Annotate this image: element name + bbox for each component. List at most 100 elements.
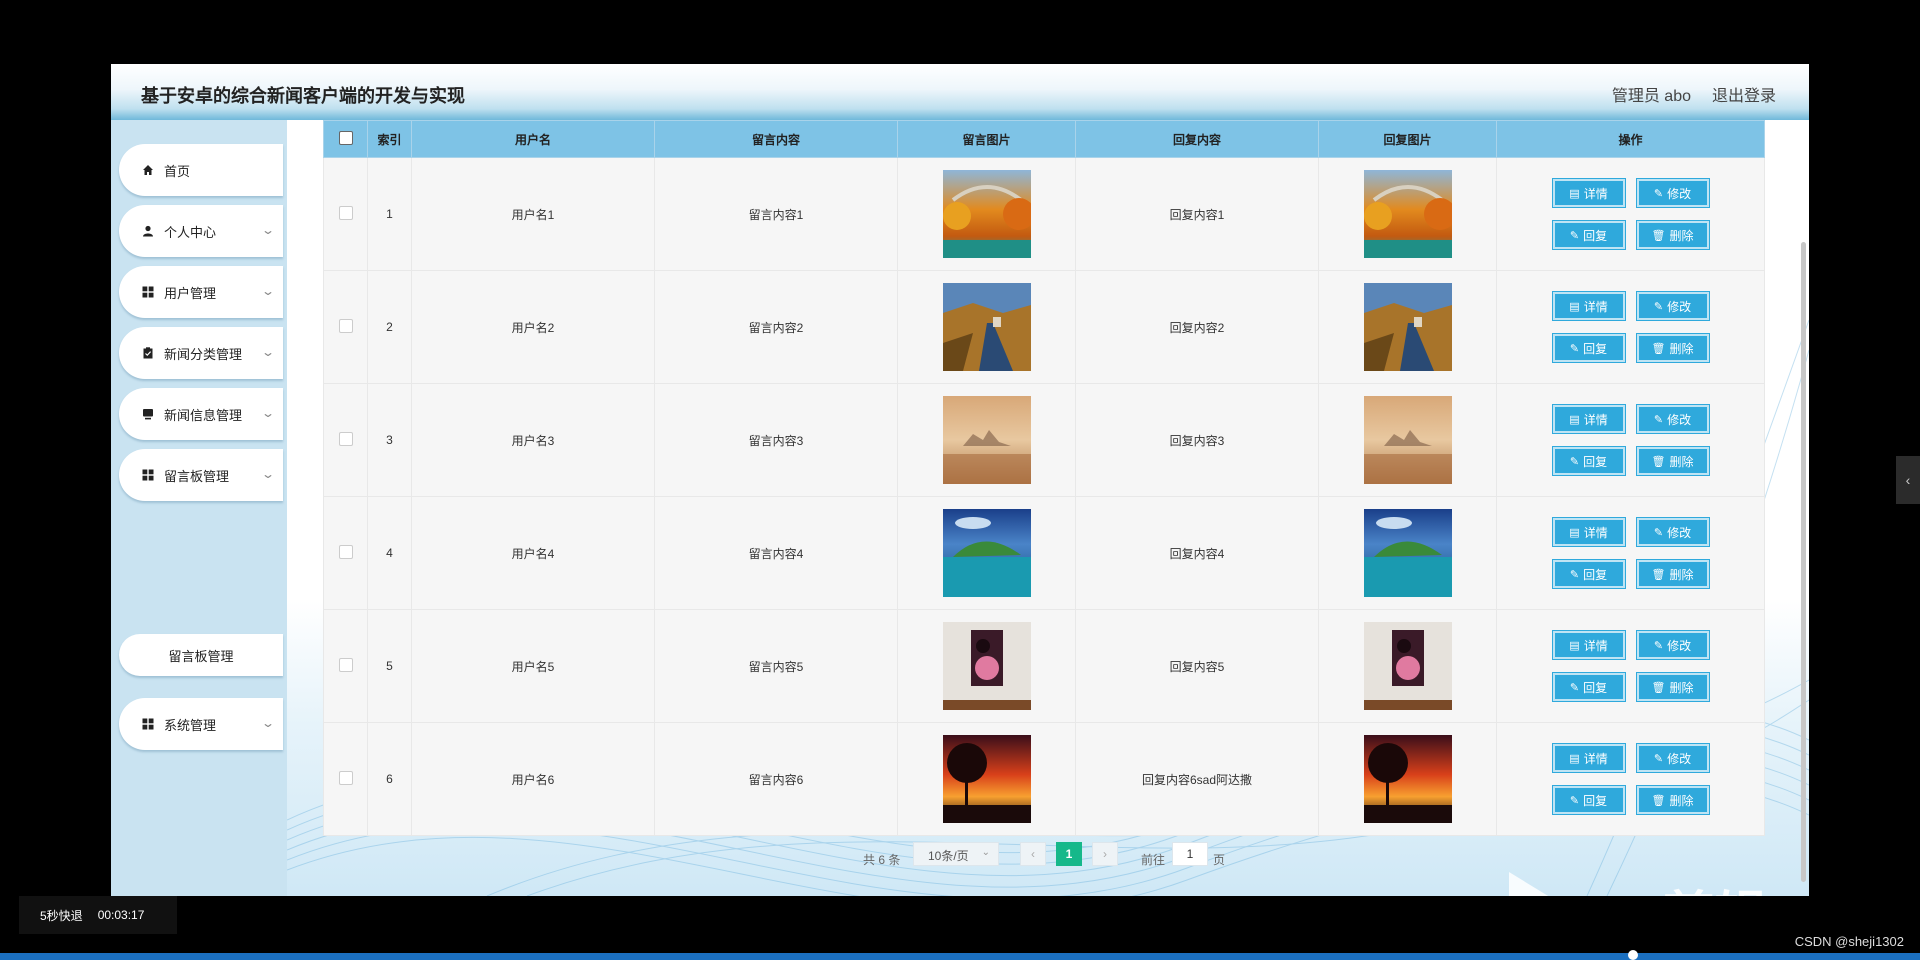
top-header: 基于安卓的综合新闻客户端的开发与实现 管理员 abo 退出登录: [111, 64, 1809, 120]
row-message: 留言内容5: [654, 609, 898, 723]
vertical-scrollbar[interactable]: [1801, 242, 1806, 882]
edit-button-label: 修改: [1667, 299, 1692, 314]
grid-icon: [141, 468, 155, 482]
detail-button-label: 详情: [1583, 299, 1608, 314]
pencil-icon: ✎: [1653, 639, 1664, 652]
row-reply-image-cell: [1318, 722, 1497, 836]
app-window: 基于安卓的综合新闻客户端的开发与实现 管理员 abo 退出登录 首页个人中心 ⌄ 用…: [111, 64, 1809, 896]
video-progress-knob[interactable]: [1628, 950, 1638, 960]
table-row: 2 用户名2 留言内容2 回复内容2 ▤ 详情 ✎ 修改 ✎ 回复 🗑 删除: [323, 270, 1765, 384]
header-message-image: 留言图片: [897, 120, 1076, 158]
sidebar-subitem-message-board[interactable]: 留言板管理: [119, 634, 283, 676]
edit-button[interactable]: ✎ 修改: [1636, 744, 1709, 772]
row-select-cell: [323, 609, 368, 723]
page-title: 基于安卓的综合新闻客户端的开发与实现: [141, 86, 465, 106]
header-actions: 操作: [1496, 120, 1765, 158]
reply-button[interactable]: ✎ 回复: [1552, 334, 1625, 362]
monitor-icon: [141, 407, 155, 421]
page-size-select[interactable]: 10条/页 ⌄: [913, 842, 999, 866]
reply-button[interactable]: ✎ 回复: [1552, 447, 1625, 475]
select-all-checkbox[interactable]: [338, 130, 353, 145]
delete-button[interactable]: 🗑 删除: [1636, 447, 1709, 475]
reply-button[interactable]: ✎ 回复: [1552, 673, 1625, 701]
detail-button[interactable]: ▤ 详情: [1552, 744, 1625, 772]
delete-button[interactable]: 🗑 删除: [1636, 334, 1709, 362]
reply-button-label: 回复: [1583, 680, 1608, 695]
rewind-label[interactable]: 5秒快退: [40, 907, 83, 924]
sidebar-item-7[interactable]: 系统管理 ⌄: [119, 698, 283, 750]
reply-image: [1363, 170, 1452, 258]
row-username: 用户名2: [411, 270, 655, 384]
row-reply-image-cell: [1318, 496, 1497, 610]
goto-page-input[interactable]: 1: [1172, 842, 1208, 866]
page-1-button[interactable]: 1: [1056, 842, 1082, 866]
message-image: [942, 170, 1031, 258]
sidebar-item-label: 首页: [164, 163, 191, 179]
row-message: 留言内容3: [654, 383, 898, 497]
document-icon: ▤: [1569, 300, 1580, 313]
header-index: 索引: [367, 120, 412, 158]
edit-button[interactable]: ✎ 修改: [1636, 292, 1709, 320]
pencil-icon: ✎: [1569, 794, 1580, 807]
trash-icon: 🗑: [1651, 568, 1666, 581]
clipboard-icon: [141, 346, 155, 360]
edit-button[interactable]: ✎ 修改: [1636, 179, 1709, 207]
reply-button[interactable]: ✎ 回复: [1552, 221, 1625, 249]
delete-button[interactable]: 🗑 删除: [1636, 221, 1709, 249]
sidebar-item-3[interactable]: 用户管理 ⌄: [119, 266, 283, 318]
next-page-button[interactable]: ›: [1092, 842, 1118, 866]
admin-label: 管理员 abo: [1611, 88, 1691, 105]
delete-button[interactable]: 🗑 删除: [1636, 560, 1709, 588]
reply-button[interactable]: ✎ 回复: [1552, 560, 1625, 588]
pager-total: 共 6 条: [863, 853, 901, 867]
detail-button-label: 详情: [1583, 751, 1608, 766]
reply-image: [1363, 509, 1452, 597]
message-image: [942, 509, 1031, 597]
detail-button-label: 详情: [1583, 186, 1608, 201]
reply-button[interactable]: ✎ 回复: [1552, 786, 1625, 814]
delete-button[interactable]: 🗑 删除: [1636, 786, 1709, 814]
detail-button[interactable]: ▤ 详情: [1552, 405, 1625, 433]
row-checkbox[interactable]: [338, 657, 353, 672]
detail-button[interactable]: ▤ 详情: [1552, 518, 1625, 546]
delete-button[interactable]: 🗑 删除: [1636, 673, 1709, 701]
sidebar-item-6[interactable]: 留言板管理 ⌄: [119, 449, 283, 501]
sidebar: 首页 个人中心 ⌄ 用户管理 ⌄ 新闻分类管理 ⌄ 新闻信息管理 ⌄ 留言板管理 ⌄ 系统管理 ⌄ 留言板…: [111, 120, 287, 896]
edit-button[interactable]: ✎ 修改: [1636, 518, 1709, 546]
row-message: 留言内容6: [654, 722, 898, 836]
row-index: 4: [367, 496, 412, 610]
pencil-icon: ✎: [1569, 455, 1580, 468]
row-reply-image-cell: [1318, 270, 1497, 384]
logout-link[interactable]: 退出登录: [1712, 82, 1776, 106]
row-username: 用户名5: [411, 609, 655, 723]
chevron-down-icon: ⌄: [260, 716, 276, 730]
sidebar-item-2[interactable]: 个人中心 ⌄: [119, 205, 283, 257]
detail-button[interactable]: ▤ 详情: [1552, 179, 1625, 207]
chevron-down-icon: ⌄: [260, 467, 276, 481]
pencil-icon: ✎: [1653, 752, 1664, 765]
sidebar-item-1[interactable]: 首页: [119, 144, 283, 196]
prev-page-button[interactable]: ‹: [1020, 842, 1046, 866]
row-checkbox[interactable]: [338, 318, 353, 333]
row-reply: 回复内容6sad阿达撒: [1075, 722, 1319, 836]
delete-button-label: 删除: [1669, 567, 1694, 582]
row-message: 留言内容2: [654, 270, 898, 384]
reply-image: [1363, 735, 1452, 823]
edit-button[interactable]: ✎ 修改: [1636, 631, 1709, 659]
row-actions: ▤ 详情 ✎ 修改 ✎ 回复 🗑 删除: [1496, 383, 1765, 497]
row-checkbox[interactable]: [338, 205, 353, 220]
row-checkbox[interactable]: [338, 431, 353, 446]
document-icon: ▤: [1569, 752, 1580, 765]
edit-button[interactable]: ✎ 修改: [1636, 405, 1709, 433]
pencil-icon: ✎: [1653, 187, 1664, 200]
detail-button[interactable]: ▤ 详情: [1552, 631, 1625, 659]
side-panel-toggle[interactable]: ‹: [1896, 456, 1920, 504]
sidebar-item-4[interactable]: 新闻分类管理 ⌄: [119, 327, 283, 379]
row-checkbox[interactable]: [338, 544, 353, 559]
row-actions: ▤ 详情 ✎ 修改 ✎ 回复 🗑 删除: [1496, 722, 1765, 836]
detail-button[interactable]: ▤ 详情: [1552, 292, 1625, 320]
sidebar-item-label: 新闻分类管理: [164, 346, 243, 362]
row-checkbox[interactable]: [338, 770, 353, 785]
row-index: 2: [367, 270, 412, 384]
sidebar-item-5[interactable]: 新闻信息管理 ⌄: [119, 388, 283, 440]
